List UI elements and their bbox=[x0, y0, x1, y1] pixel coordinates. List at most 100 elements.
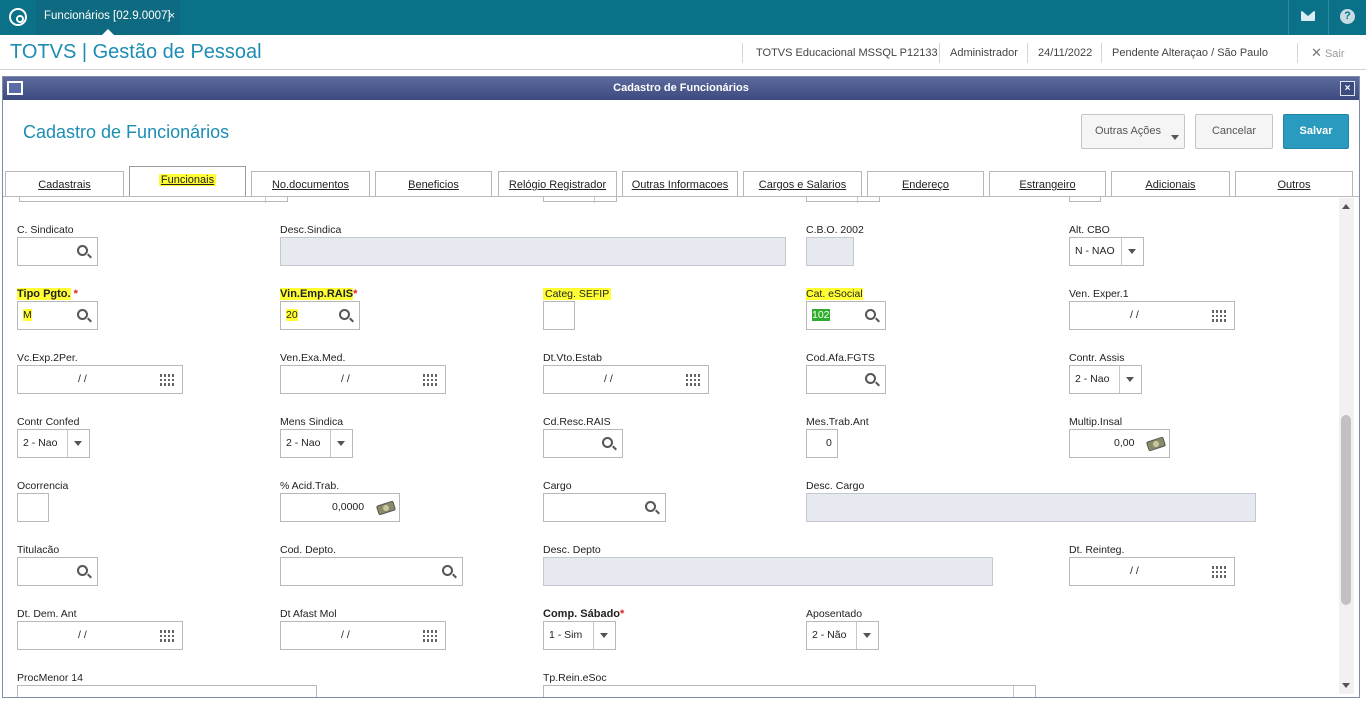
contr-assis-select[interactable]: 2 - Nao bbox=[1069, 365, 1142, 394]
cut-off-field[interactable] bbox=[19, 197, 288, 203]
label-desc-depto: Desc. Depto bbox=[543, 544, 601, 556]
dt-vto-estab-date[interactable]: / / bbox=[543, 365, 709, 394]
search-icon[interactable] bbox=[645, 501, 656, 512]
tab-cargos-salarios[interactable]: Cargos e Salarios bbox=[743, 171, 862, 196]
cut-off-field[interactable] bbox=[1069, 197, 1101, 202]
search-icon[interactable] bbox=[865, 373, 876, 384]
vin-emp-rais-input[interactable]: 20 bbox=[280, 301, 360, 330]
dt-reinteg-date[interactable]: / / bbox=[1069, 557, 1235, 586]
vc-exp-2per-date[interactable]: / / bbox=[17, 365, 183, 394]
calculator-icon[interactable] bbox=[375, 500, 397, 516]
label-desc-sindica: Desc.Sindica bbox=[280, 224, 342, 236]
tab-estrangeiro[interactable]: Estrangeiro bbox=[989, 171, 1106, 196]
search-icon[interactable] bbox=[339, 309, 350, 320]
window-close-button[interactable]: × bbox=[1340, 81, 1355, 96]
tab-endereco[interactable]: Endereço bbox=[867, 171, 984, 196]
logout-button[interactable]: ✕ Sair bbox=[1311, 45, 1345, 61]
label-contr-confed: Contr Confed bbox=[17, 416, 80, 428]
alt-cbo-value: N - NAO bbox=[1075, 245, 1115, 257]
search-icon[interactable] bbox=[602, 437, 613, 448]
label-procmenor14: ProcMenor 14 bbox=[17, 672, 83, 684]
window-icon bbox=[7, 81, 23, 95]
ven-exper1-date[interactable]: / / bbox=[1069, 301, 1235, 330]
tab-outros[interactable]: Outros bbox=[1235, 171, 1353, 196]
tab-cadastrais[interactable]: Cadastrais bbox=[5, 171, 124, 196]
multip-insal-value: 0,00 bbox=[1114, 437, 1135, 449]
titulacao-input[interactable] bbox=[17, 557, 98, 586]
label-vin-emp-rais: Vin.Emp.RAIS* bbox=[280, 288, 357, 300]
cut-off-field[interactable] bbox=[806, 197, 880, 203]
cd-resc-rais-input[interactable] bbox=[543, 429, 623, 458]
label-cargo: Cargo bbox=[543, 480, 572, 492]
search-icon[interactable] bbox=[77, 245, 88, 256]
calendar-icon[interactable] bbox=[423, 374, 438, 386]
comp-sabado-value: 1 - Sim bbox=[549, 629, 583, 641]
totvs-logo-icon[interactable] bbox=[9, 8, 27, 26]
calendar-icon[interactable] bbox=[1212, 310, 1227, 322]
tab-outras-informacoes[interactable]: Outras Informacoes bbox=[622, 171, 738, 196]
chevron-down-icon bbox=[330, 430, 352, 457]
calendar-icon[interactable] bbox=[160, 630, 175, 642]
search-icon[interactable] bbox=[77, 565, 88, 576]
comp-sabado-select[interactable]: 1 - Sim bbox=[543, 621, 616, 650]
search-icon[interactable] bbox=[77, 309, 88, 320]
tab-beneficios[interactable]: Beneficios bbox=[375, 171, 492, 196]
calculator-icon[interactable] bbox=[1145, 436, 1167, 452]
mens-sindica-select[interactable]: 2 - Nao bbox=[280, 429, 353, 458]
scrollbar-thumb[interactable] bbox=[1341, 415, 1351, 605]
label-tp-rein-esoc: Tp.Rein.eSoc bbox=[543, 672, 607, 684]
calendar-icon[interactable] bbox=[686, 374, 701, 386]
ven-exa-med-date[interactable]: / / bbox=[280, 365, 446, 394]
vc-exp-2per-value: / / bbox=[78, 373, 87, 385]
help-icon[interactable]: ? bbox=[1340, 9, 1355, 24]
scroll-up-icon[interactable] bbox=[1342, 204, 1350, 209]
date-info: 24/11/2022 bbox=[1038, 47, 1093, 59]
open-tab-funcionarios[interactable]: Funcionários [02.9.0007] × bbox=[36, 0, 180, 35]
vertical-scrollbar[interactable] bbox=[1339, 198, 1354, 694]
calendar-icon[interactable] bbox=[160, 374, 175, 386]
close-tab-icon[interactable]: × bbox=[169, 0, 175, 32]
calendar-icon[interactable] bbox=[423, 630, 438, 642]
label-tipo-pgto: Tipo Pgto. * bbox=[17, 288, 78, 300]
acid-trab-input[interactable]: 0,0000 bbox=[280, 493, 400, 522]
multip-insal-input[interactable]: 0,00 bbox=[1069, 429, 1170, 458]
cut-off-field[interactable] bbox=[543, 197, 617, 203]
scroll-down-icon[interactable] bbox=[1342, 683, 1350, 688]
vin-emp-rais-value: 20 bbox=[286, 309, 298, 321]
cod-depto-input[interactable] bbox=[280, 557, 463, 586]
cancel-button[interactable]: Cancelar bbox=[1195, 114, 1273, 149]
search-icon[interactable] bbox=[442, 565, 453, 576]
mes-trab-ant-input[interactable]: 0 bbox=[806, 429, 838, 458]
mes-trab-ant-value: 0 bbox=[826, 437, 832, 449]
tab-relogio-registrador[interactable]: Relógio Registrador bbox=[498, 171, 617, 196]
calendar-icon[interactable] bbox=[1212, 566, 1227, 578]
label-cbo: C.B.O. 2002 bbox=[806, 224, 864, 236]
label-desc-cargo: Desc. Cargo bbox=[806, 480, 865, 492]
cat-esocial-value: 102 bbox=[812, 309, 830, 321]
ocorrencia-input[interactable] bbox=[17, 493, 49, 522]
contr-confed-value: 2 - Nao bbox=[23, 437, 58, 449]
dt-dem-ant-date[interactable]: / / bbox=[17, 621, 183, 650]
c-sindicato-input[interactable] bbox=[17, 237, 98, 266]
tp-rein-esoc-select[interactable] bbox=[543, 685, 1036, 697]
label-dt-reinteg: Dt. Reinteg. bbox=[1069, 544, 1125, 556]
alt-cbo-select[interactable]: N - NAO bbox=[1069, 237, 1144, 266]
cod-afa-fgts-input[interactable] bbox=[806, 365, 886, 394]
cat-esocial-input[interactable]: 102 bbox=[806, 301, 886, 330]
aposentado-select[interactable]: 2 - Não bbox=[806, 621, 879, 650]
tab-adicionais[interactable]: Adicionais bbox=[1111, 171, 1230, 196]
tab-no-documentos[interactable]: No.documentos bbox=[251, 171, 370, 196]
categ-sefip-input[interactable] bbox=[543, 301, 575, 330]
dt-afast-mol-date[interactable]: / / bbox=[280, 621, 446, 650]
other-actions-button[interactable]: Outras Ações bbox=[1081, 114, 1185, 149]
comp-sabado-label-text: Comp. Sábado bbox=[543, 608, 621, 620]
tipo-pgto-input[interactable]: M bbox=[17, 301, 98, 330]
tab-funcionais[interactable]: Funcionais bbox=[129, 166, 246, 197]
status-info: Pendente Alteraçao / São Paulo bbox=[1112, 47, 1268, 59]
search-icon[interactable] bbox=[865, 309, 876, 320]
contr-confed-select[interactable]: 2 - Nao bbox=[17, 429, 90, 458]
procmenor14-input[interactable] bbox=[17, 685, 317, 697]
save-button[interactable]: Salvar bbox=[1283, 114, 1349, 149]
cargo-input[interactable] bbox=[543, 493, 666, 522]
mail-icon[interactable] bbox=[1301, 11, 1315, 21]
